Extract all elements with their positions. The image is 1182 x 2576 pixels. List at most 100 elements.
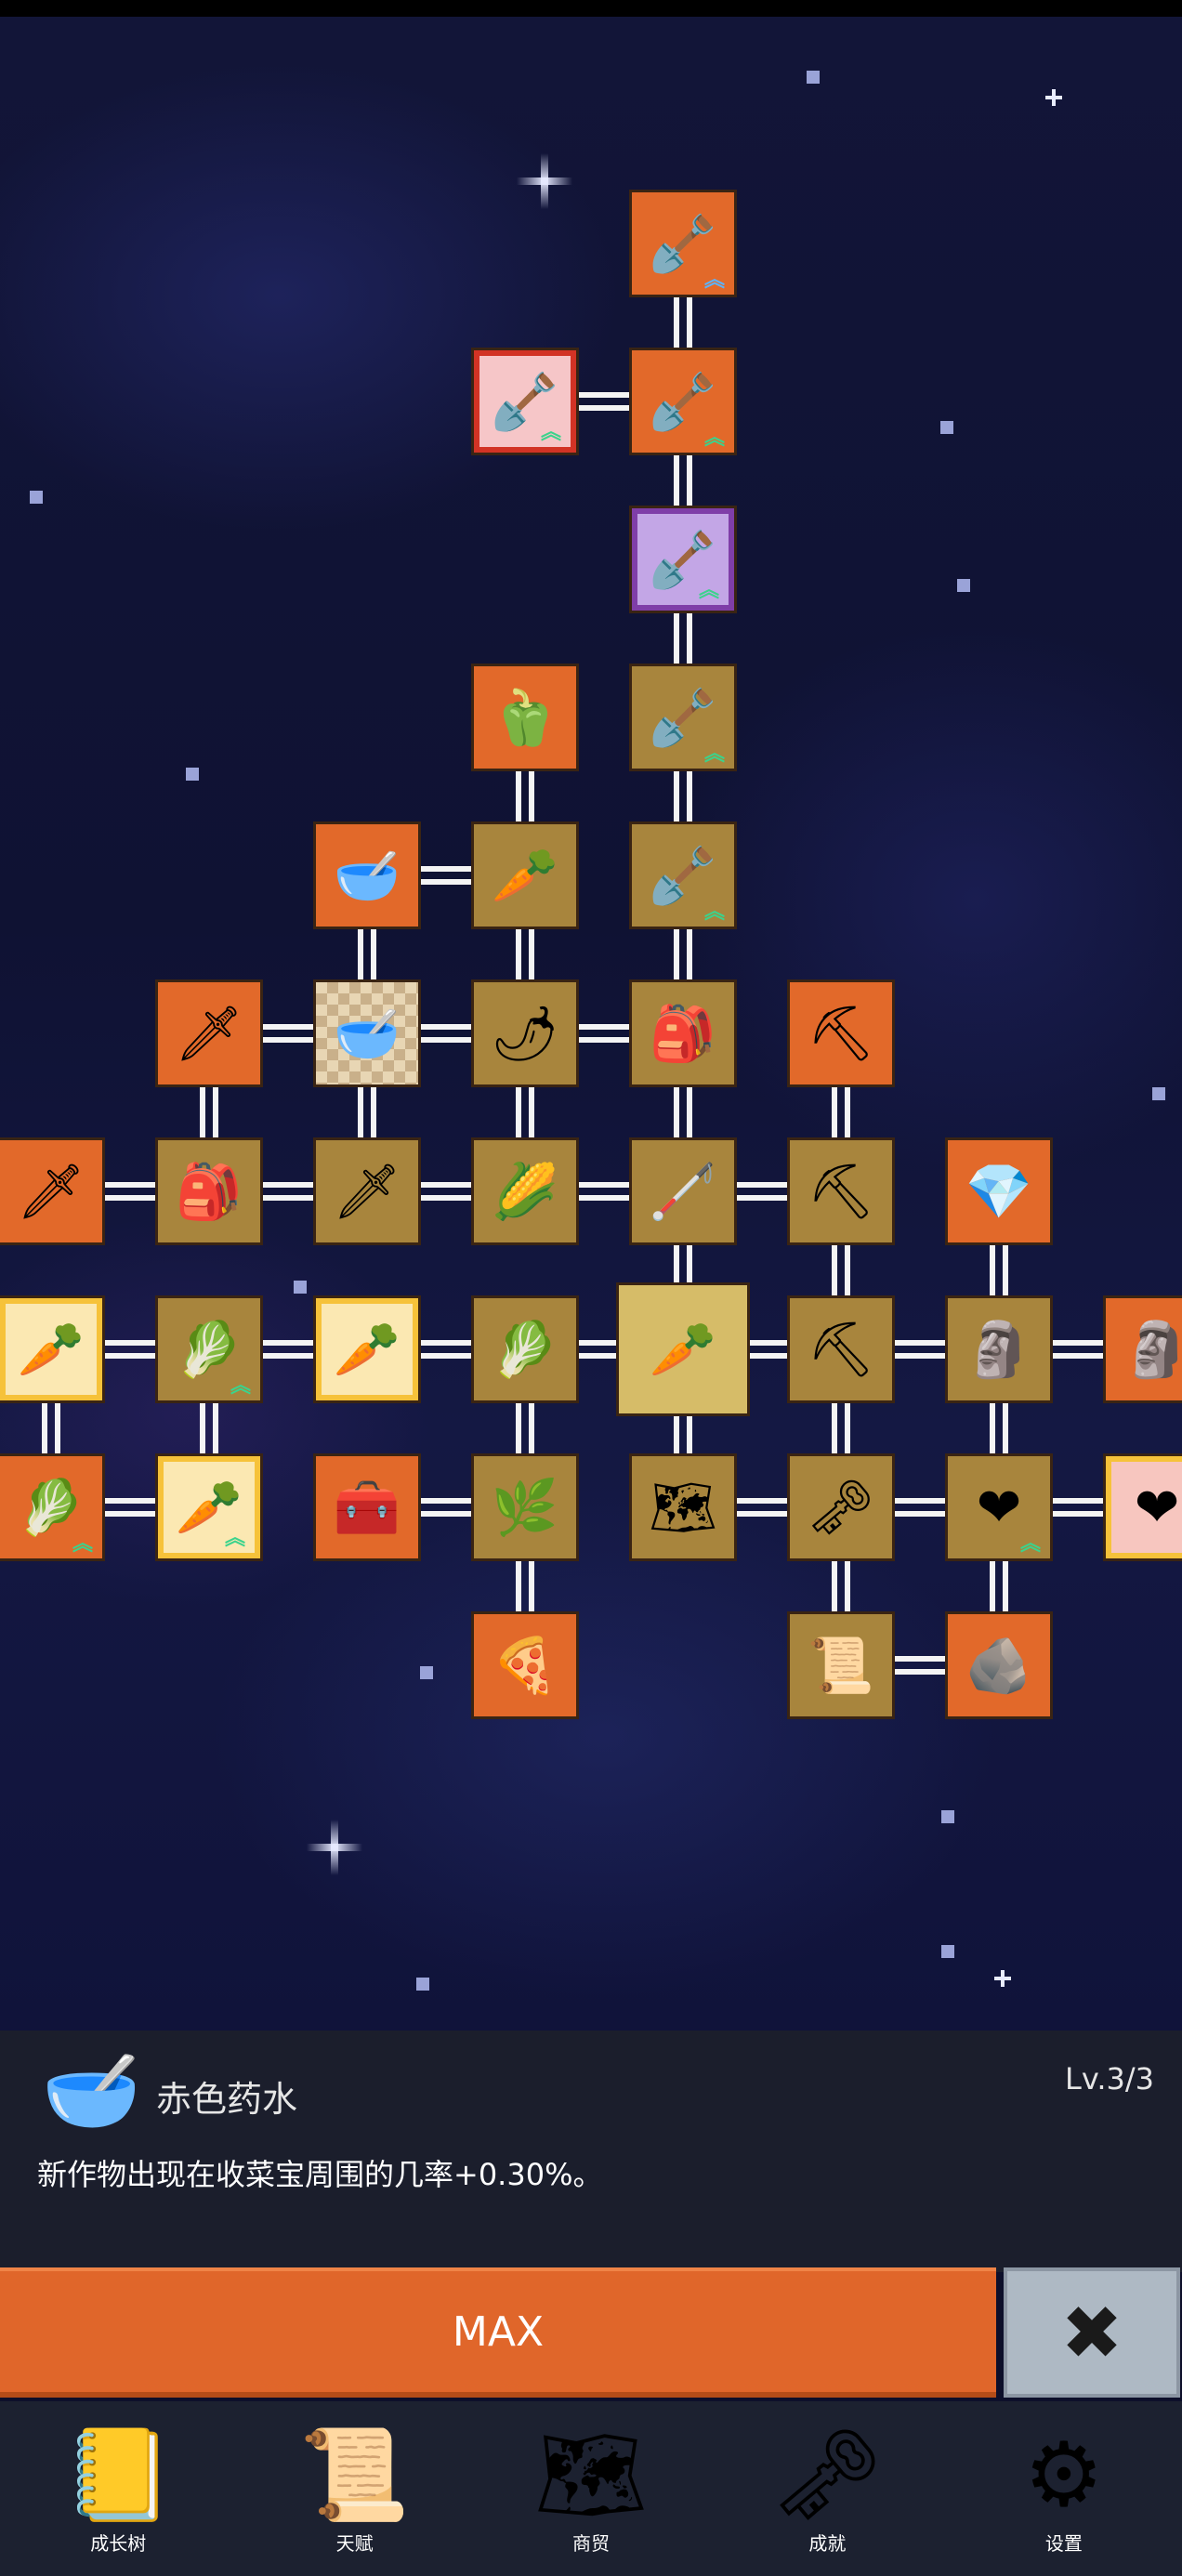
shovel-node[interactable]: 🪏 ︽ [471,348,579,455]
shovel-node[interactable]: 🪏 ︽ [629,664,737,771]
stick-node[interactable]: 🦯 [629,1137,737,1245]
sword-icon: 🗡 [17,1160,85,1223]
node-connector [892,1498,948,1517]
pickaxe-icon: ⛏ [807,1002,875,1065]
cabbage-icon: 🥬 [491,1318,559,1381]
nav-label: 成就 [808,2532,847,2555]
backpack-node[interactable]: 🎒 [155,1137,263,1245]
statue-node[interactable]: 🗿 [945,1295,1053,1403]
green-pepper-icon: 🫑 [491,686,559,749]
node-frame: ❤ [1106,1456,1182,1558]
carrot-icon: 🥕 [17,1318,85,1381]
node-connector [260,1340,316,1359]
close-button[interactable]: ✖ [1004,2267,1180,2398]
statue-node[interactable]: 🗿 [1103,1295,1182,1403]
node-frame: 🥕 [474,824,576,927]
shovel-node[interactable]: 🪏 ︽ [629,348,737,455]
key-node[interactable]: 🗝 [787,1453,895,1561]
green-pepper-node[interactable]: 🫑 [471,664,579,771]
nav-talent[interactable]: 📜 天赋 [236,2401,472,2576]
node-connector [260,1182,316,1201]
cabbage-node[interactable]: 🥬 [471,1295,579,1403]
node-frame: 🦯 [632,1140,734,1242]
backpack-node[interactable]: 🎒 [629,979,737,1087]
map-node[interactable]: 🗺 [629,1453,737,1561]
node-frame: 🗡 [158,982,260,1084]
node-frame: 🧰 [316,1456,418,1558]
nav-growth-tree[interactable]: 📒 成长树 [0,2401,236,2576]
node-connector [358,927,376,982]
sword-icon: 🗡 [333,1160,401,1223]
bottom-nav: 📒 成长树 📜 天赋 🗺 商贸 🗝 成就 ⚙ 设置 [0,2401,1182,2576]
node-connector [674,295,692,350]
upgrade-chevron-icon: ︽ [1019,1532,1041,1556]
carrot-icon: 🥕 [333,1318,401,1381]
heart-node[interactable]: ❤ [1103,1453,1182,1561]
sword-node[interactable]: 🗡 [313,1137,421,1245]
treasure-chest-icon: 🧰 [333,1476,401,1539]
node-connector [418,866,474,885]
node-connector [516,769,534,824]
nav-label: 设置 [1044,2532,1083,2555]
cabbage-icon: 🥬 [17,1476,85,1539]
shovel-node[interactable]: 🪏 ︽ [629,190,737,297]
nav-achievement[interactable]: 🗝 成就 [709,2401,945,2576]
carrot-node[interactable]: 🥕 ︽ [155,1453,263,1561]
corn-node[interactable]: 🌽 [471,1137,579,1245]
upgrade-chevron-icon: ︽ [230,1374,251,1398]
map-icon: 🗺 [534,2423,648,2527]
node-frame: 🌽 [474,1140,576,1242]
node-connector [674,769,692,824]
shovel-node[interactable]: 🪏 ︽ [629,506,737,613]
pickaxe-node[interactable]: ⛏ [787,1137,895,1245]
node-connector [102,1498,158,1517]
scroll-node[interactable]: 📜 [787,1611,895,1719]
node-frame: 🥣 [316,824,418,927]
node-frame: 🪏 ︽ [632,192,734,295]
node-frame: 🥣 [316,982,418,1084]
crystal-icon: 💎 [965,1160,1033,1223]
nav-trade[interactable]: 🗺 商贸 [473,2401,709,2576]
max-button[interactable]: MAX [0,2267,996,2398]
node-frame: 🪏 ︽ [632,824,734,927]
pickaxe-node[interactable]: ⛏ [787,979,895,1087]
radish-node[interactable]: 🥕 [471,821,579,929]
carrot-node-selected[interactable]: 🥕 [616,1282,750,1416]
upgrade-chevron-icon: ︽ [540,421,561,444]
item-name: 赤色药水 [156,2079,298,2120]
upgrade-chevron-icon: ︽ [698,579,719,602]
pizza-node[interactable]: 🍕 [471,1611,579,1719]
shovel-node[interactable]: 🪏 ︽ [629,821,737,929]
bowl-node[interactable]: 🥣 [313,821,421,929]
fossil-node[interactable]: 🪨 [945,1611,1053,1719]
nav-settings[interactable]: ⚙ 设置 [946,2401,1182,2576]
node-connector [418,1024,474,1043]
node-connector [358,1084,376,1140]
upgrade-chevron-icon: ︽ [224,1527,245,1550]
heart-icon: ❤ [976,1476,1022,1539]
upgrade-chevron-icon: ︽ [703,900,725,924]
upgrade-chevron-icon: ︽ [703,427,725,450]
pickaxe-node[interactable]: ⛏ [787,1295,895,1403]
treasure-chest-node[interactable]: 🧰 [313,1453,421,1561]
item-level: Lv.3/3 [1065,2061,1154,2096]
cabbage-node[interactable]: 🥬 ︽ [0,1453,105,1561]
node-connector [832,1400,850,1456]
node-frame: 🌶 [474,982,576,1084]
node-connector [418,1498,474,1517]
carrot-node[interactable]: 🥕 [313,1295,421,1403]
cabbage-node[interactable]: 🥬 ︽ [155,1295,263,1403]
crystal-node[interactable]: 💎 [945,1137,1053,1245]
heart-node[interactable]: ❤ ︽ [945,1453,1053,1561]
carrot-node[interactable]: 🥕 [0,1295,105,1403]
fossil-icon: 🪨 [965,1634,1033,1697]
node-connector [832,1084,850,1140]
golden-sword-node[interactable]: 🗡 [155,979,263,1087]
chili-node[interactable]: 🌶 [471,979,579,1087]
red-potion-node[interactable]: 🥣 [313,979,421,1087]
sword-node[interactable]: 🗡 [0,1137,105,1245]
node-connector [674,611,692,666]
node-frame: 🪏 ︽ [632,666,734,769]
node-connector [734,1182,790,1201]
leek-node[interactable]: 🌿 [471,1453,579,1561]
